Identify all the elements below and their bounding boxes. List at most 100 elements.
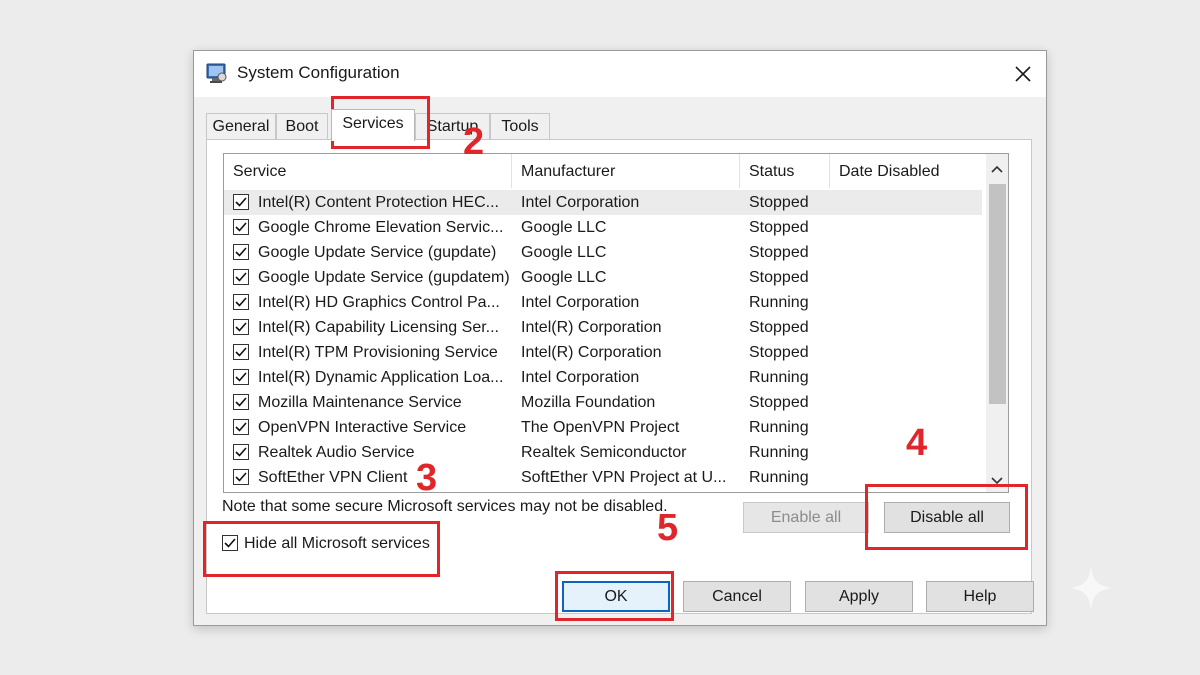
service-date-disabled: [839, 365, 979, 390]
table-row[interactable]: Intel(R) Content Protection HEC... Intel…: [224, 190, 982, 215]
service-date-disabled: [839, 265, 979, 290]
service-manufacturer: Intel Corporation: [521, 369, 640, 386]
close-icon: [1015, 66, 1031, 82]
service-checkbox[interactable]: [233, 369, 249, 385]
enable-all-button[interactable]: Enable all: [743, 502, 869, 533]
msconfig-icon: [206, 62, 228, 84]
vertical-scrollbar[interactable]: [986, 154, 1008, 492]
table-row[interactable]: Intel(R) Capability Licensing Ser... Int…: [224, 315, 982, 340]
table-row[interactable]: Google Update Service (gupdate) Google L…: [224, 240, 982, 265]
service-manufacturer: Google LLC: [521, 219, 607, 236]
column-header-manufacturer[interactable]: Manufacturer: [512, 154, 740, 188]
service-status: Stopped: [749, 319, 809, 336]
help-button[interactable]: Help: [926, 581, 1034, 612]
checkmark-icon: [235, 247, 247, 257]
service-date-disabled: [839, 340, 979, 365]
tab-services[interactable]: Services: [331, 109, 415, 141]
service-checkbox[interactable]: [233, 469, 249, 485]
checkmark-icon: [235, 322, 247, 332]
checkmark-icon: [235, 472, 247, 482]
service-checkbox[interactable]: [233, 219, 249, 235]
table-row[interactable]: Google Chrome Elevation Servic... Google…: [224, 215, 982, 240]
service-name: Intel(R) Capability Licensing Ser...: [258, 319, 499, 336]
annotation-number: 3: [416, 457, 438, 499]
table-row[interactable]: Mozilla Maintenance Service Mozilla Foun…: [224, 390, 982, 415]
title-bar: System Configuration: [194, 51, 1046, 97]
table-row[interactable]: Google Update Service (gupdatem) Google …: [224, 265, 982, 290]
note-text: Note that some secure Microsoft services…: [222, 498, 668, 515]
apply-button[interactable]: Apply: [805, 581, 913, 612]
annotation-box-ok: [555, 571, 674, 621]
annotation-number: 4: [906, 422, 928, 464]
table-row[interactable]: Intel(R) HD Graphics Control Pa... Intel…: [224, 290, 982, 315]
service-date-disabled: [839, 240, 979, 265]
service-checkbox[interactable]: [233, 394, 249, 410]
service-name: Mozilla Maintenance Service: [258, 394, 462, 411]
service-checkbox[interactable]: [233, 319, 249, 335]
service-status: Running: [749, 444, 809, 461]
service-manufacturer: Google LLC: [521, 269, 607, 286]
service-date-disabled: [839, 290, 979, 315]
list-header: Service Manufacturer Status Date Disable…: [224, 154, 986, 188]
service-manufacturer: Realtek Semiconductor: [521, 444, 687, 461]
checkmark-icon: [235, 197, 247, 207]
service-manufacturer: SoftEther VPN Project at U...: [521, 469, 727, 486]
checkmark-icon: [235, 347, 247, 357]
service-manufacturer: Intel(R) Corporation: [521, 344, 662, 361]
service-status: Stopped: [749, 194, 809, 211]
service-status: Stopped: [749, 394, 809, 411]
service-status: Running: [749, 369, 809, 386]
tab-general[interactable]: General: [206, 113, 276, 139]
checkmark-icon: [235, 397, 247, 407]
service-status: Stopped: [749, 244, 809, 261]
service-name: Google Update Service (gupdate): [258, 244, 497, 261]
service-checkbox[interactable]: [233, 194, 249, 210]
scroll-up-button[interactable]: [986, 158, 1008, 180]
table-row[interactable]: Intel(R) Dynamic Application Loa... Inte…: [224, 365, 982, 390]
service-name: Google Update Service (gupdatem): [258, 269, 510, 286]
close-button[interactable]: [1000, 51, 1046, 97]
annotation-box-hide-microsoft: [203, 521, 440, 577]
service-status: Stopped: [749, 269, 809, 286]
table-row[interactable]: OpenVPN Interactive Service The OpenVPN …: [224, 415, 982, 440]
sparkle-icon: [1068, 565, 1114, 616]
service-status: Running: [749, 294, 809, 311]
service-name: Intel(R) Dynamic Application Loa...: [258, 369, 504, 386]
tab-tools[interactable]: Tools: [490, 113, 550, 139]
checkmark-icon: [235, 222, 247, 232]
service-checkbox[interactable]: [233, 269, 249, 285]
checkmark-icon: [235, 272, 247, 282]
checkmark-icon: [235, 297, 247, 307]
column-header-date-disabled[interactable]: Date Disabled: [830, 154, 986, 188]
service-name: SoftEther VPN Client: [258, 469, 408, 486]
service-status: Running: [749, 419, 809, 436]
service-date-disabled: [839, 215, 979, 240]
service-date-disabled: [839, 190, 979, 215]
service-checkbox[interactable]: [233, 244, 249, 260]
tab-strip: General Boot Services Startup Tools: [206, 109, 1026, 141]
checkmark-icon: [235, 372, 247, 382]
column-header-status[interactable]: Status: [740, 154, 830, 188]
scroll-thumb[interactable]: [989, 184, 1006, 404]
service-manufacturer: Google LLC: [521, 244, 607, 261]
service-status: Stopped: [749, 344, 809, 361]
service-manufacturer: Intel Corporation: [521, 294, 640, 311]
service-name: OpenVPN Interactive Service: [258, 419, 467, 436]
service-manufacturer: The OpenVPN Project: [521, 419, 680, 436]
service-checkbox[interactable]: [233, 444, 249, 460]
checkmark-icon: [235, 447, 247, 457]
cancel-button[interactable]: Cancel: [683, 581, 791, 612]
table-row[interactable]: Intel(R) TPM Provisioning Service Intel(…: [224, 340, 982, 365]
service-date-disabled: [839, 315, 979, 340]
service-checkbox[interactable]: [233, 419, 249, 435]
table-row[interactable]: Realtek Audio Service Realtek Semiconduc…: [224, 440, 982, 465]
service-checkbox[interactable]: [233, 294, 249, 310]
services-list: Service Manufacturer Status Date Disable…: [223, 153, 1009, 493]
checkmark-icon: [235, 422, 247, 432]
service-name: Intel(R) TPM Provisioning Service: [258, 344, 498, 361]
service-date-disabled: [839, 390, 979, 415]
tab-boot[interactable]: Boot: [276, 113, 328, 139]
annotation-number: 5: [657, 507, 679, 549]
window-title: System Configuration: [237, 63, 400, 82]
service-checkbox[interactable]: [233, 344, 249, 360]
